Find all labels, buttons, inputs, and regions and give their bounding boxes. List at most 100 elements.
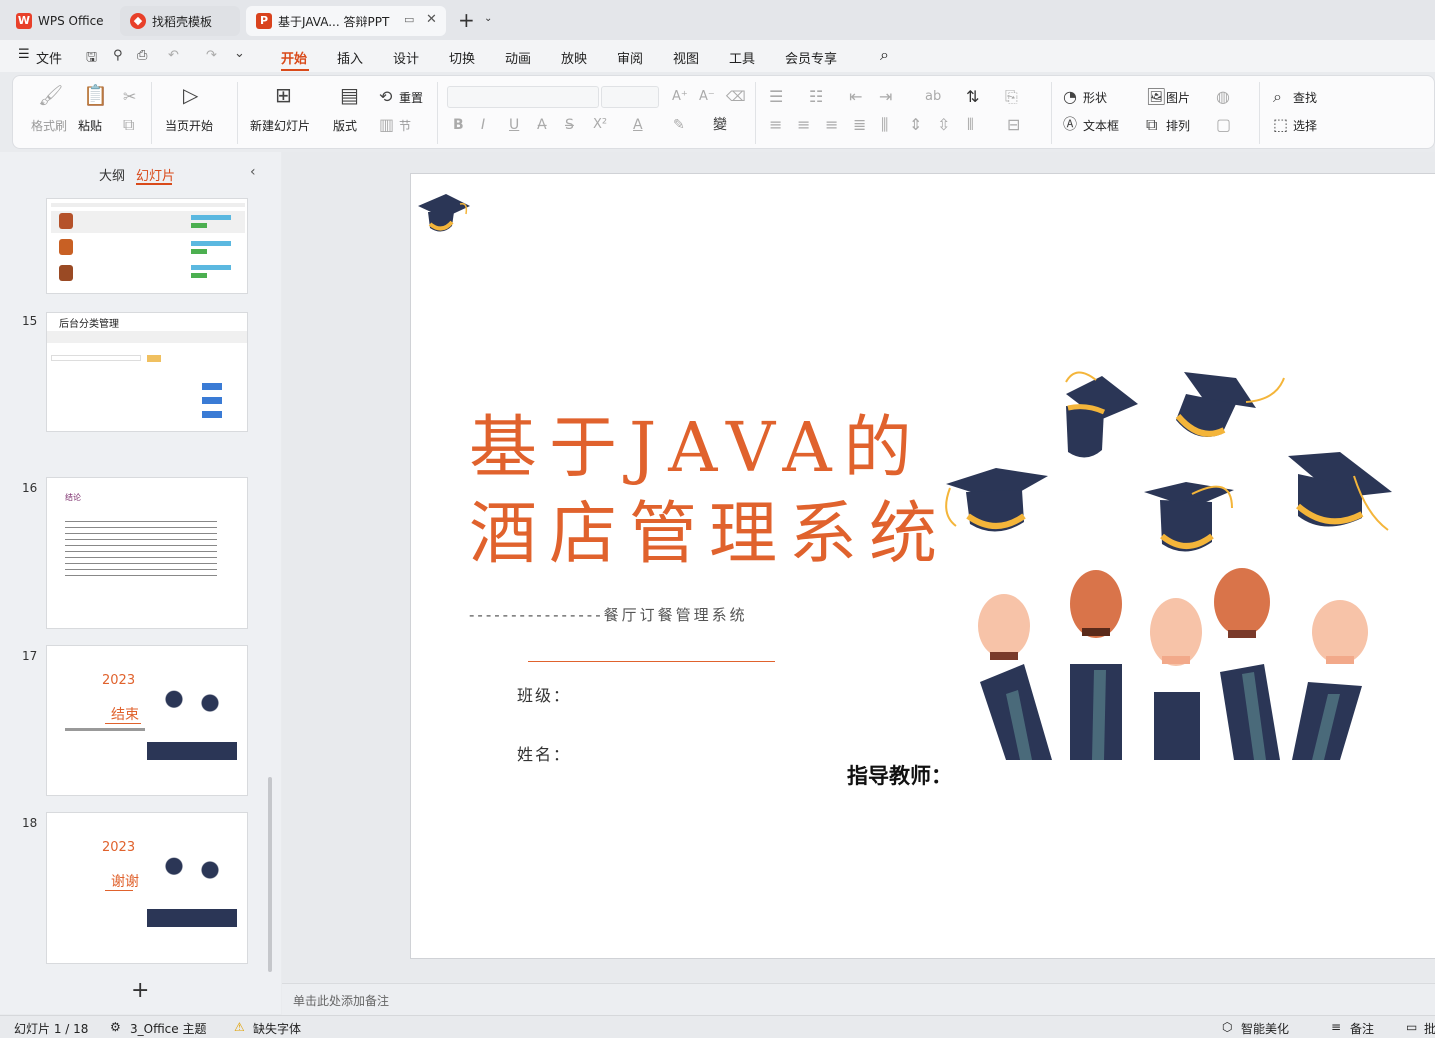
slides-tab[interactable]: 幻灯片: [136, 165, 175, 184]
tab-document[interactable]: P 基于JAVA... 答辩PPT ▭ ✕: [246, 6, 446, 36]
arrange-button[interactable]: 排列: [1166, 117, 1190, 134]
class-label[interactable]: 班级：: [517, 682, 571, 706]
increase-indent-icon[interactable]: ⇥: [879, 88, 892, 106]
undo-icon[interactable]: ↶: [168, 48, 179, 63]
comment-button[interactable]: 批: [1424, 1020, 1435, 1037]
slide-thumbnail-16[interactable]: 结论: [46, 477, 248, 629]
underline-icon[interactable]: U: [509, 116, 519, 134]
from-current-slide-button[interactable]: 当页开始: [165, 117, 213, 134]
clear-format-icon[interactable]: ⌫: [726, 88, 746, 106]
menu-tab-vip[interactable]: 会员专享: [785, 48, 837, 67]
select-button[interactable]: 选择: [1293, 117, 1317, 134]
cut-icon[interactable]: ✂: [123, 88, 136, 106]
new-tab-icon[interactable]: +: [458, 8, 475, 32]
textbox-icon[interactable]: Ⓐ: [1063, 116, 1077, 134]
close-tab-icon[interactable]: ✕: [426, 12, 437, 27]
text-direction-icon[interactable]: ab: [925, 88, 941, 106]
convert-smartart-icon[interactable]: ⎘: [1005, 88, 1018, 106]
add-slide-button[interactable]: +: [131, 978, 149, 1003]
align-left-icon[interactable]: ≡: [769, 116, 782, 134]
outline-icon[interactable]: ▢: [1216, 116, 1231, 134]
distribute-icon[interactable]: ⫼: [881, 116, 888, 134]
justify-icon[interactable]: ≣: [853, 116, 866, 134]
superscript-icon[interactable]: X²: [593, 116, 607, 134]
reset-icon[interactable]: ⟲: [379, 88, 392, 106]
slide-subtitle[interactable]: ----------------餐厅订餐管理系统: [469, 604, 748, 625]
slide-thumbnail-14[interactable]: [46, 198, 248, 294]
align-center-icon[interactable]: ≡: [797, 116, 810, 134]
textbox-button[interactable]: 文本框: [1083, 117, 1119, 134]
menu-tab-slideshow[interactable]: 放映: [561, 48, 587, 67]
theme-name[interactable]: 3_Office 主题: [130, 1020, 206, 1037]
slide-title[interactable]: 基于JAVA的 酒店管理系统: [469, 406, 989, 578]
share-icon[interactable]: ⚲: [113, 48, 123, 63]
highlight-icon[interactable]: ✎: [673, 116, 685, 134]
paste-button[interactable]: 粘贴: [78, 117, 102, 134]
increase-font-icon[interactable]: A⁺: [672, 88, 688, 106]
collapse-panel-icon[interactable]: ‹: [250, 164, 256, 180]
phonetic-icon[interactable]: 變: [713, 116, 727, 134]
select-icon[interactable]: ⬚: [1273, 116, 1288, 134]
new-slide-button[interactable]: 新建幻灯片: [250, 117, 310, 134]
shape-button[interactable]: 形状: [1083, 89, 1107, 106]
format-painter-button[interactable]: 格式刷: [31, 117, 67, 134]
font-color-icon[interactable]: A: [633, 116, 643, 134]
menu-tab-transition[interactable]: 切换: [449, 48, 475, 67]
menu-tab-design[interactable]: 设计: [393, 48, 419, 67]
line-spacing-icon[interactable]: ⇕: [909, 116, 922, 134]
bold-icon[interactable]: B: [453, 116, 464, 134]
layout-button[interactable]: 版式: [333, 117, 357, 134]
font-size-dropdown[interactable]: [601, 86, 659, 108]
decrease-font-icon[interactable]: A⁻: [699, 88, 715, 106]
paste-icon[interactable]: 📋: [83, 85, 108, 105]
section-button[interactable]: 节: [399, 117, 411, 134]
reset-button[interactable]: 重置: [399, 89, 423, 106]
chevron-down-icon[interactable]: ⌄: [484, 13, 492, 24]
outline-tab[interactable]: 大纲: [99, 165, 125, 184]
numbered-list-icon[interactable]: ☷: [809, 88, 823, 106]
paragraph-spacing-icon[interactable]: ⇳: [937, 116, 950, 134]
format-painter-icon[interactable]: 🖌: [38, 85, 63, 105]
panel-scrollbar[interactable]: [268, 777, 272, 972]
decrease-indent-icon[interactable]: ⇤: [849, 88, 862, 106]
save-icon[interactable]: 🖫: [86, 48, 97, 70]
menu-tab-view[interactable]: 视图: [673, 48, 699, 67]
align-right-icon[interactable]: ≡: [825, 116, 838, 134]
vertical-align-icon[interactable]: ⊟: [1007, 116, 1020, 134]
fill-icon[interactable]: ◍: [1216, 88, 1230, 106]
notes-pane[interactable]: 单击此处添加备注: [282, 983, 1435, 1015]
menu-tab-insert[interactable]: 插入: [337, 48, 363, 67]
slide-thumbnail-18[interactable]: 2023 谢谢: [46, 812, 248, 964]
smart-beautify-button[interactable]: 智能美化: [1241, 1020, 1289, 1037]
bullet-list-icon[interactable]: ☰: [769, 88, 783, 106]
find-button[interactable]: 查找: [1293, 89, 1317, 106]
menu-tab-animation[interactable]: 动画: [505, 48, 531, 67]
arrange-icon[interactable]: ⧉: [1146, 116, 1157, 134]
teacher-label[interactable]: 指导教师：: [847, 760, 952, 790]
font-name-dropdown[interactable]: [447, 86, 599, 108]
italic-icon[interactable]: I: [481, 116, 485, 134]
picture-icon[interactable]: 🖼: [1146, 88, 1166, 106]
notes-placeholder[interactable]: 单击此处添加备注: [293, 992, 389, 1009]
menu-tab-home[interactable]: 开始: [281, 48, 307, 67]
shape-icon[interactable]: ◔: [1063, 88, 1077, 106]
picture-button[interactable]: 图片: [1166, 89, 1190, 106]
find-icon[interactable]: ⌕: [1273, 88, 1282, 106]
current-slide[interactable]: 基于JAVA的 酒店管理系统 ----------------餐厅订餐管理系统 …: [410, 173, 1435, 959]
search-icon[interactable]: ⌕: [880, 45, 889, 65]
sort-icon[interactable]: ⇅: [966, 88, 979, 106]
tab-docer-templates[interactable]: ◆ 找稻壳模板: [120, 6, 240, 36]
redo-icon[interactable]: ↷: [206, 48, 217, 63]
monitor-icon[interactable]: ▭: [404, 13, 414, 26]
strikethrough-icon[interactable]: A̶: [537, 116, 547, 134]
section-icon[interactable]: ▥: [379, 116, 394, 134]
menu-tab-review[interactable]: 审阅: [617, 48, 643, 67]
menu-file[interactable]: 文件: [36, 48, 62, 67]
name-label[interactable]: 姓名：: [517, 741, 571, 765]
customize-chevron-icon[interactable]: ⌄: [234, 46, 245, 61]
print-preview-icon[interactable]: ⎙: [137, 48, 147, 63]
new-slide-icon[interactable]: ⊞: [275, 85, 292, 105]
columns-icon[interactable]: ⫴: [967, 116, 974, 134]
layout-icon[interactable]: ▤: [340, 85, 359, 105]
play-from-current-icon[interactable]: ▷: [183, 85, 198, 105]
